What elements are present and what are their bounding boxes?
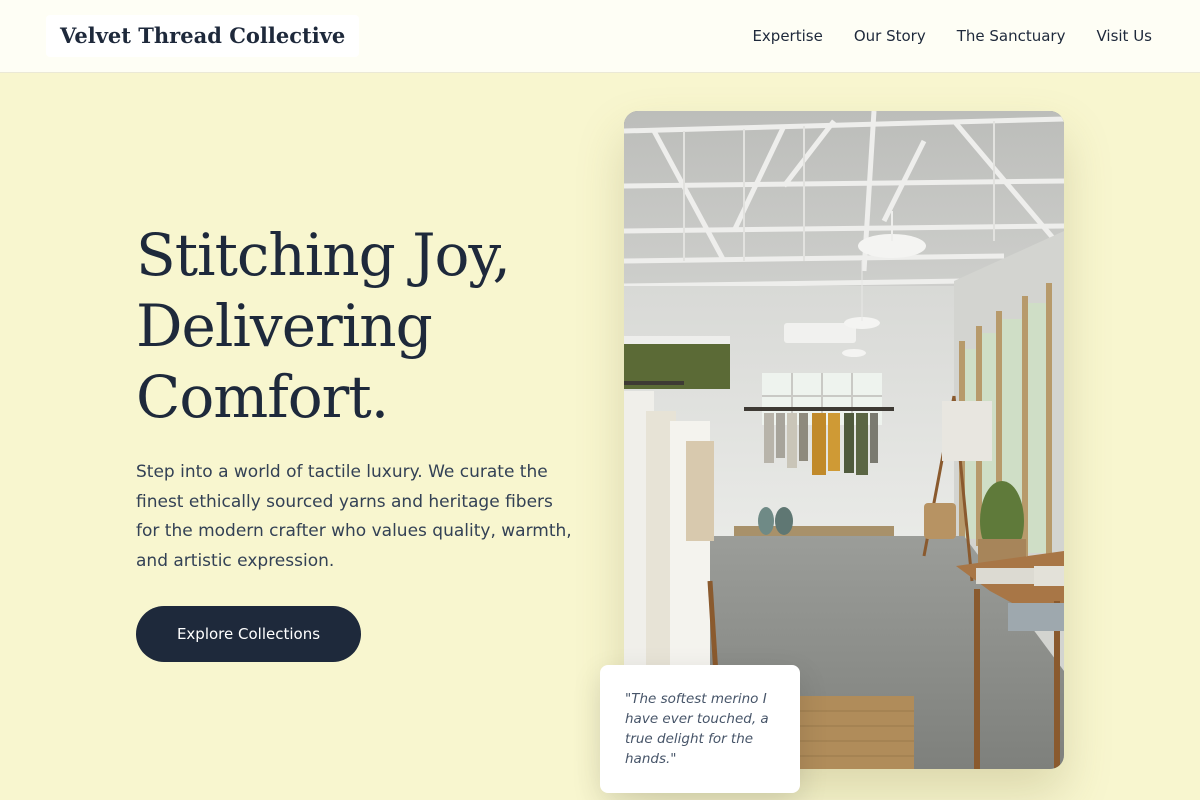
- site-header: Velvet Thread Collective Expertise Our S…: [0, 0, 1200, 73]
- nav-link-our-story[interactable]: Our Story: [854, 26, 926, 46]
- main-nav: Expertise Our Story The Sanctuary Visit …: [752, 26, 1152, 46]
- explore-collections-button[interactable]: Explore Collections: [136, 606, 361, 662]
- nav-link-the-sanctuary[interactable]: The Sanctuary: [957, 26, 1066, 46]
- hero-title-line: Delivering: [136, 292, 433, 360]
- hero-title-line: Stitching Joy,: [136, 221, 511, 289]
- nav-link-expertise[interactable]: Expertise: [752, 26, 822, 46]
- brand-logo[interactable]: Velvet Thread Collective: [46, 15, 360, 57]
- hero-title-line: Comfort.: [136, 363, 389, 431]
- hero-description: Step into a world of tactile luxury. We …: [136, 462, 572, 571]
- testimonial-card: "The softest merino I have ever touched,…: [600, 665, 800, 793]
- nav-link-visit-us[interactable]: Visit Us: [1096, 26, 1152, 46]
- testimonial-quote: "The softest merino I have ever touched,…: [625, 691, 769, 767]
- hero-title: Stitching Joy, Delivering Comfort.: [136, 220, 596, 433]
